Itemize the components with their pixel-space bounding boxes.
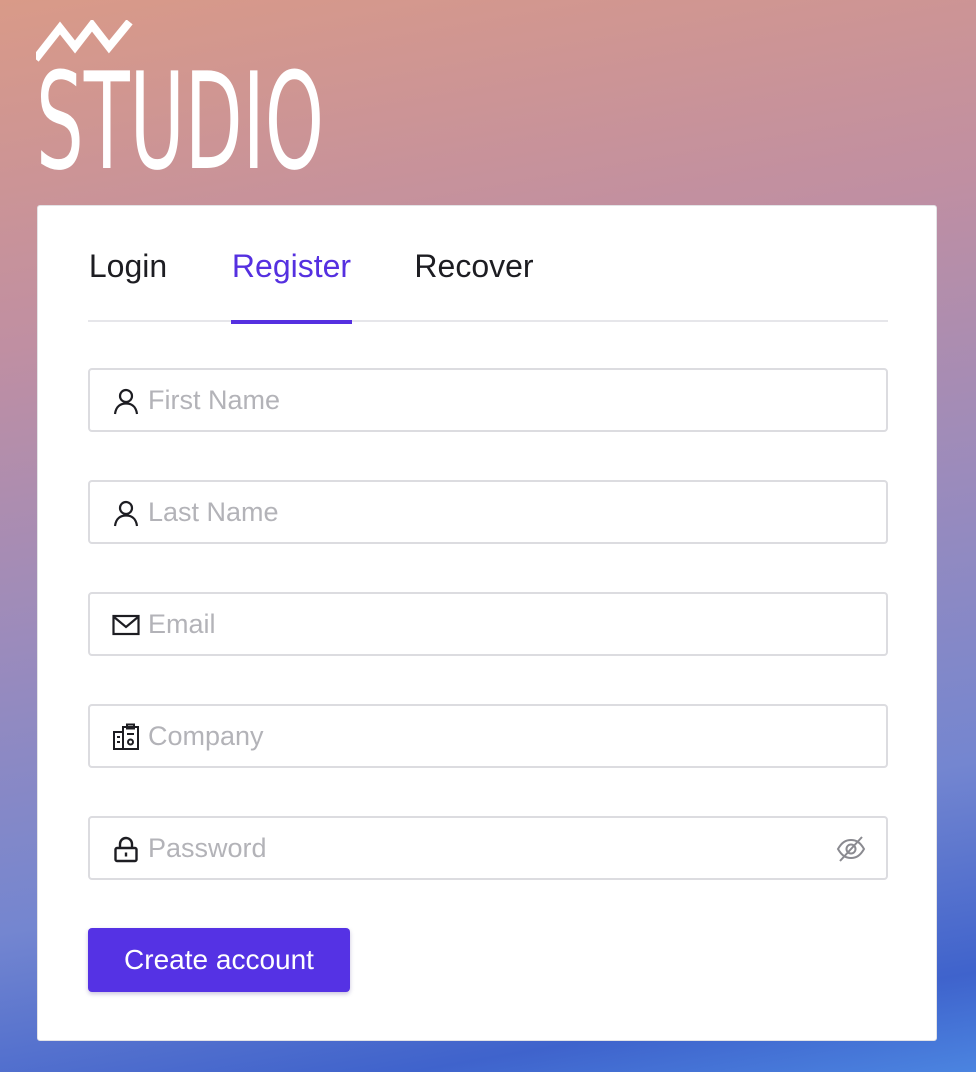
email-field[interactable] — [88, 592, 888, 656]
tab-recover[interactable]: Recover — [414, 206, 534, 322]
company-input[interactable] — [148, 706, 828, 766]
auth-tabs: Login Register Recover — [88, 206, 888, 324]
tab-login[interactable]: Login — [88, 206, 168, 322]
lock-icon — [114, 836, 138, 863]
user-icon — [113, 388, 139, 415]
studio-logo: STUDIO — [36, 20, 326, 172]
company-icon — [113, 723, 139, 750]
last-name-input[interactable] — [148, 482, 828, 542]
first-name-field[interactable] — [88, 368, 888, 432]
password-input[interactable] — [148, 818, 828, 878]
first-name-input[interactable] — [148, 370, 828, 430]
user-icon — [113, 500, 139, 527]
company-field[interactable] — [88, 704, 888, 768]
last-name-field[interactable] — [88, 480, 888, 544]
brand-wordmark: STUDIO — [36, 44, 324, 172]
logo-mark: STUDIO — [36, 20, 324, 172]
email-input[interactable] — [148, 594, 828, 654]
eye-off-icon[interactable] — [836, 834, 866, 864]
envelope-icon — [112, 614, 140, 636]
register-card: Login Register Recover First Name Last N… — [37, 205, 937, 1041]
create-account-button[interactable]: Create account — [88, 928, 350, 992]
tab-register[interactable]: Register — [231, 206, 352, 324]
password-field[interactable] — [88, 816, 888, 880]
